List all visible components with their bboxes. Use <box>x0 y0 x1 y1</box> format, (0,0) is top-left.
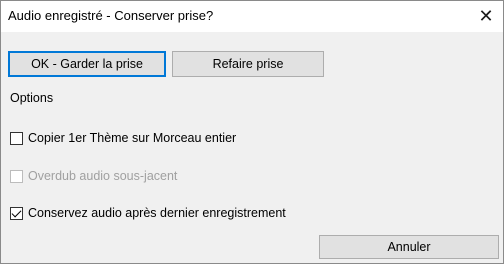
option-overdub: Overdub audio sous-jacent <box>10 168 177 184</box>
cancel-button[interactable]: Annuler <box>319 235 499 259</box>
dialog-window: Audio enregistré - Conserver prise? ✕ OK… <box>0 0 504 264</box>
ok-keep-take-button[interactable]: OK - Garder la prise <box>8 51 166 77</box>
keep-audio-checkbox[interactable] <box>10 206 23 220</box>
option-keep-audio[interactable]: Conservez audio après dernier enregistre… <box>10 205 286 221</box>
redo-take-button[interactable]: Refaire prise <box>172 51 324 77</box>
window-title: Audio enregistré - Conserver prise? <box>8 8 214 23</box>
close-icon[interactable]: ✕ <box>471 1 501 32</box>
copy-theme-checkbox[interactable] <box>10 131 23 145</box>
title-bar[interactable]: Audio enregistré - Conserver prise? ✕ <box>1 1 503 32</box>
overdub-checkbox <box>10 169 23 183</box>
keep-audio-label: Conservez audio après dernier enregistre… <box>28 206 286 220</box>
copy-theme-label: Copier 1er Thème sur Morceau entier <box>28 131 237 145</box>
option-copy-theme[interactable]: Copier 1er Thème sur Morceau entier <box>10 130 236 146</box>
options-heading: Options <box>10 91 54 105</box>
overdub-label: Overdub audio sous-jacent <box>28 169 178 183</box>
